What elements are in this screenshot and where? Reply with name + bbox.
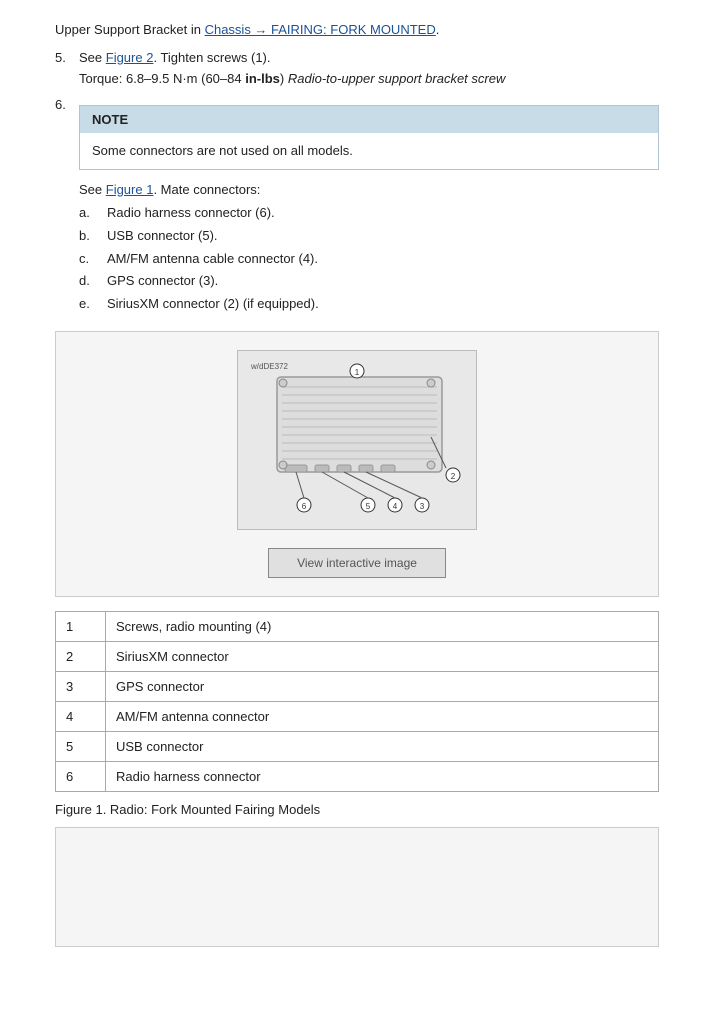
- torque-italic: Radio-to-upper support bracket screw: [288, 71, 506, 86]
- row-4-desc: AM/FM antenna connector: [106, 701, 659, 731]
- torque-close: ): [280, 71, 284, 86]
- bottom-gray-box: [55, 827, 659, 947]
- sub-items-list: a. Radio harness connector (6). b. USB c…: [79, 203, 659, 315]
- radio-image-area: w/dDE372: [237, 350, 477, 530]
- svg-text:2: 2: [451, 472, 456, 481]
- sub-label-e: e.: [79, 294, 107, 315]
- sub-item-e: e. SiriusXM connector (2) (if equipped).: [79, 294, 659, 315]
- step-6-content: NOTE Some connectors are not used on all…: [79, 95, 659, 317]
- row-5-desc: USB connector: [106, 731, 659, 761]
- parts-table: 1 Screws, radio mounting (4) 2 SiriusXM …: [55, 611, 659, 792]
- table-row: 5 USB connector: [56, 731, 659, 761]
- row-1-desc: Screws, radio mounting (4): [106, 611, 659, 641]
- figure1-link[interactable]: Figure 1: [106, 182, 154, 197]
- view-interactive-button[interactable]: View interactive image: [268, 548, 446, 578]
- intro-text: Upper Support Bracket in Chassis → FAIRI…: [55, 20, 659, 40]
- row-3-desc: GPS connector: [106, 671, 659, 701]
- figure-caption: Figure 1. Radio: Fork Mounted Fairing Mo…: [55, 802, 659, 817]
- chassis-link[interactable]: Chassis → FAIRING: FORK MOUNTED: [205, 22, 436, 37]
- table-row: 3 GPS connector: [56, 671, 659, 701]
- torque-line: Torque: 6.8–9.5 N·m (60–84 in-lbs) Radio…: [79, 69, 659, 89]
- note-box: NOTE Some connectors are not used on all…: [79, 105, 659, 170]
- note-header: NOTE: [80, 106, 658, 134]
- sub-text-c: AM/FM antenna cable connector (4).: [107, 249, 318, 270]
- intro-post: .: [436, 22, 440, 37]
- svg-text:4: 4: [393, 502, 398, 511]
- sub-text-d: GPS connector (3).: [107, 271, 218, 292]
- radio-diagram-svg: w/dDE372: [247, 357, 467, 522]
- step-6: 6. NOTE Some connectors are not used on …: [55, 95, 659, 317]
- figure2-link[interactable]: Figure 2: [106, 50, 154, 65]
- sub-item-d: d. GPS connector (3).: [79, 271, 659, 292]
- step-6-num: 6.: [55, 95, 79, 317]
- svg-text:w/dDE372: w/dDE372: [250, 362, 288, 371]
- svg-text:3: 3: [420, 502, 425, 511]
- see-post: . Mate connectors:: [153, 182, 260, 197]
- step-5-num: 5.: [55, 48, 79, 89]
- row-1-num: 1: [56, 611, 106, 641]
- see-figure-line: See Figure 1. Mate connectors:: [79, 180, 659, 200]
- step-5-pre: See: [79, 50, 106, 65]
- row-2-num: 2: [56, 641, 106, 671]
- sub-text-b: USB connector (5).: [107, 226, 218, 247]
- step-5-post: . Tighten screws (1).: [153, 50, 270, 65]
- row-6-num: 6: [56, 761, 106, 791]
- steps-list: 5. See Figure 2. Tighten screws (1). Tor…: [55, 48, 659, 317]
- sub-label-b: b.: [79, 226, 107, 247]
- row-3-num: 3: [56, 671, 106, 701]
- torque-pre: Torque: 6.8–9.5 N·m (60–84: [79, 71, 245, 86]
- row-2-desc: SiriusXM connector: [106, 641, 659, 671]
- sub-label-d: d.: [79, 271, 107, 292]
- sub-item-a: a. Radio harness connector (6).: [79, 203, 659, 224]
- table-row: 4 AM/FM antenna connector: [56, 701, 659, 731]
- sub-item-b: b. USB connector (5).: [79, 226, 659, 247]
- sub-item-c: c. AM/FM antenna cable connector (4).: [79, 249, 659, 270]
- row-4-num: 4: [56, 701, 106, 731]
- svg-text:5: 5: [366, 502, 371, 511]
- row-6-desc: Radio harness connector: [106, 761, 659, 791]
- torque-bold: in-lbs: [245, 71, 280, 86]
- step-5: 5. See Figure 2. Tighten screws (1). Tor…: [55, 48, 659, 89]
- svg-text:6: 6: [302, 502, 307, 511]
- figure-container: w/dDE372: [55, 331, 659, 597]
- sub-label-c: c.: [79, 249, 107, 270]
- svg-text:1: 1: [355, 368, 360, 377]
- step-5-content: See Figure 2. Tighten screws (1). Torque…: [79, 48, 659, 89]
- sub-text-e: SiriusXM connector (2) (if equipped).: [107, 294, 319, 315]
- page-container: Upper Support Bracket in Chassis → FAIRI…: [0, 0, 714, 967]
- sub-text-a: Radio harness connector (6).: [107, 203, 275, 224]
- parts-table-body: 1 Screws, radio mounting (4) 2 SiriusXM …: [56, 611, 659, 791]
- sub-label-a: a.: [79, 203, 107, 224]
- table-row: 1 Screws, radio mounting (4): [56, 611, 659, 641]
- note-body: Some connectors are not used on all mode…: [80, 133, 658, 169]
- see-pre: See: [79, 182, 106, 197]
- table-row: 2 SiriusXM connector: [56, 641, 659, 671]
- row-5-num: 5: [56, 731, 106, 761]
- table-row: 6 Radio harness connector: [56, 761, 659, 791]
- intro-pre: Upper Support Bracket in: [55, 22, 205, 37]
